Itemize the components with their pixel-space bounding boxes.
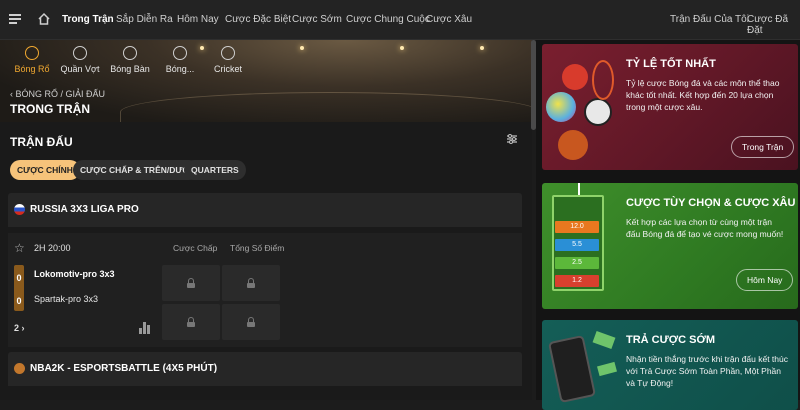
sport-table-tennis[interactable]: Bóng Bàn (108, 46, 152, 74)
nav-my-matches[interactable]: Trận Đấu Của Tôi (670, 14, 749, 25)
menu-icon[interactable] (9, 14, 21, 24)
score-box: 0 0 (14, 265, 24, 311)
ball-graphic (546, 92, 576, 122)
away-score: 0 (16, 296, 22, 306)
breadcrumb-text: BÓNG RỔ / GIẢI ĐẤU (15, 89, 106, 99)
more-markets-count: 2 (14, 323, 20, 333)
nav-placed-bets[interactable]: Cược Đã Đặt (747, 14, 800, 36)
odds-bar: 1.2 (555, 275, 599, 287)
sport-cricket[interactable]: Cricket (206, 46, 250, 74)
away-team[interactable]: Spartak-pro 3x3 (34, 294, 98, 304)
odds-cell-handicap-away[interactable] (162, 304, 220, 340)
esports-basketball-icon (14, 363, 25, 374)
sport-header-banner: Bóng Rổ Quần Vợt Bóng Bàn Bóng... Cricke… (0, 40, 532, 122)
promo-title: TRẢ CƯỢC SỚM (626, 334, 715, 346)
promo-description: Kết hợp các lựa chọn từ cùng một trận đấ… (626, 217, 784, 239)
racket-graphic (592, 60, 614, 100)
odds-bar: 2.5 (555, 257, 599, 269)
stats-chart-icon[interactable] (139, 322, 151, 334)
sport-label: Bóng Rổ (14, 64, 50, 74)
league-header[interactable]: RUSSIA 3X3 LIGA PRO (8, 193, 522, 227)
nav-cuoc-dac-biet[interactable]: Cược Đặc Biệt (225, 14, 291, 25)
volleyball-icon (173, 46, 187, 60)
league-name: NBA2K - ESPORTSBATTLE (4X5 PHÚT) (30, 363, 218, 374)
filter-main-bets[interactable]: CƯỢC CHÍNH (10, 160, 80, 180)
ball-graphic (562, 64, 588, 90)
nav-hom-nay[interactable]: Hôm Nay (177, 14, 219, 25)
nav-cuoc-xau[interactable]: Cược Xâu (426, 14, 472, 25)
sport-label: Quần Vợt (60, 64, 100, 74)
lock-icon (187, 278, 195, 288)
main-content: Bóng Rổ Quần Vợt Bóng Bàn Bóng... Cricke… (0, 40, 532, 400)
ball-graphic (558, 130, 588, 160)
favorite-star-icon[interactable]: ☆ (14, 241, 25, 255)
nav-trong-tran[interactable]: Trong Trận (62, 14, 114, 25)
light-decoration (300, 46, 304, 50)
sport-label: Bóng... (165, 64, 195, 74)
money-icon (592, 330, 616, 350)
table-tennis-icon (123, 46, 137, 60)
filter-quarters[interactable]: QUARTERS (184, 160, 246, 180)
match-time: 2H 20:00 (34, 243, 71, 253)
lock-icon (187, 317, 195, 327)
more-markets-button[interactable]: 2 › (14, 323, 25, 333)
money-icon (597, 361, 617, 377)
court-decoration (120, 92, 532, 122)
ball-graphic (584, 98, 612, 126)
nav-sap-dien-ra[interactable]: Sắp Diễn Ra (116, 14, 173, 25)
home-icon[interactable] (37, 12, 51, 26)
nav-cuoc-chung-cuoc[interactable]: Cược Chung Cuộc (346, 14, 430, 25)
sport-basketball[interactable]: Bóng Rổ (10, 46, 54, 74)
light-decoration (480, 46, 484, 50)
page-title: TRONG TRẬN (10, 102, 90, 116)
sport-label: Cricket (213, 64, 242, 74)
home-team[interactable]: Lokomotiv-pro 3x3 (34, 269, 115, 279)
lock-icon (247, 278, 255, 288)
promo-title: CƯỢC TÙY CHỌN & CƯỢC XÂU (626, 197, 796, 209)
cricket-icon (221, 46, 235, 60)
odds-bar: 5.5 (555, 239, 599, 251)
promo-description: Nhận tiền thắng trước khi trận đấu kết t… (626, 354, 788, 388)
light-decoration (400, 46, 404, 50)
promo-sidebar: TỶ LỆ TỐT NHẤT Tỷ lệ cược Bóng đá và các… (536, 40, 800, 410)
promo-best-odds: TỶ LỆ TỐT NHẤT Tỷ lệ cược Bóng đá và các… (542, 44, 798, 170)
promo-button-in-play[interactable]: Trong Trận (731, 136, 795, 158)
odds-cell-total-over[interactable] (222, 265, 280, 301)
sport-volleyball[interactable]: Bóng... (158, 46, 202, 74)
settings-sliders-icon[interactable] (506, 133, 518, 145)
promo-button-today[interactable]: Hôm Nay (736, 269, 794, 291)
league-header[interactable]: NBA2K - ESPORTSBATTLE (4X5 PHÚT) (8, 352, 522, 386)
promo-title: TỶ LỆ TỐT NHẤT (626, 58, 716, 70)
phone-graphic (547, 334, 597, 404)
basketball-icon (25, 46, 39, 60)
nav-cuoc-som[interactable]: Cược Sớm (292, 14, 342, 25)
promo-cash-out: TRẢ CƯỢC SỚM Nhận tiền thắng trước khi t… (542, 320, 798, 410)
market-header-handicap: Cược Chấp (173, 243, 218, 253)
section-title: TRẬN ĐẤU (10, 135, 73, 149)
odds-cell-total-under[interactable] (222, 304, 280, 340)
breadcrumb[interactable]: ‹ BÓNG RỔ / GIẢI ĐẤU (10, 89, 105, 99)
sport-label: Bóng Bàn (110, 64, 150, 74)
lock-icon (247, 317, 255, 327)
league-name: RUSSIA 3X3 LIGA PRO (30, 204, 139, 215)
odds-cell-handicap-home[interactable] (162, 265, 220, 301)
odds-bar: 12.0 (555, 221, 599, 233)
sport-tennis[interactable]: Quần Vợt (58, 46, 102, 74)
market-header-total-points: Tổng Số Điểm (230, 243, 285, 253)
top-navigation: Trong Trận Sắp Diễn Ra Hôm Nay Cược Đặc … (0, 0, 800, 40)
promo-description: Tỷ lệ cược Bóng đá và các môn thể thao k… (626, 78, 780, 112)
home-score: 0 (16, 273, 22, 283)
tennis-icon (73, 46, 87, 60)
russia-flag-icon (14, 204, 25, 215)
match-card: ☆ 2H 20:00 Cược Chấp Tổng Số Điểm 0 0 Lo… (8, 233, 522, 347)
promo-bet-builder: 12.0 5.5 2.5 1.2 CƯỢC TÙY CHỌN & CƯỢC XÂ… (542, 183, 798, 309)
filter-handicap-over-under[interactable]: CƯỢC CHẤP & TRÊN/DƯỚI (73, 160, 200, 180)
